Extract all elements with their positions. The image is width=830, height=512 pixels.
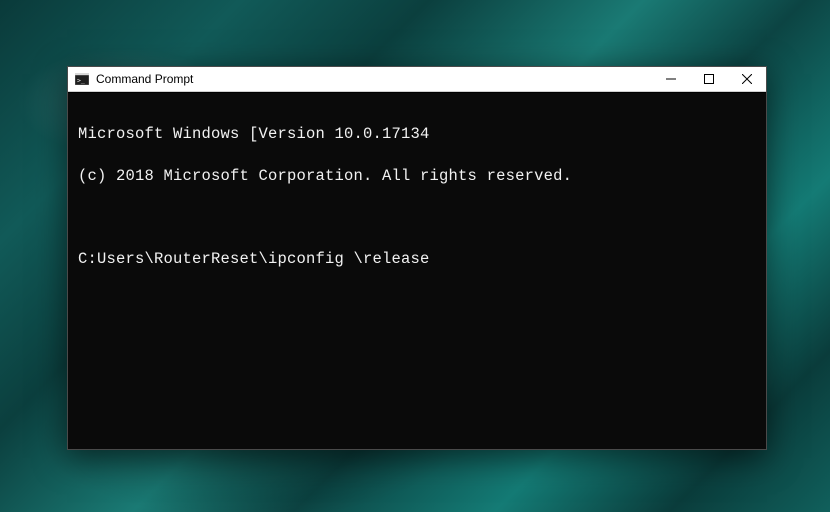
close-button[interactable] [728, 67, 766, 91]
command-prompt-icon: >_ [74, 71, 90, 87]
command-prompt-window: >_ Command Prompt Microsoft Windows [Ver… [67, 66, 767, 450]
terminal-output[interactable]: Microsoft Windows [Version 10.0.17134 (c… [68, 92, 766, 449]
terminal-line: (c) 2018 Microsoft Corporation. All righ… [78, 166, 756, 187]
svg-text:>_: >_ [77, 77, 85, 85]
window-title: Command Prompt [96, 67, 193, 91]
terminal-blank-line [78, 208, 756, 229]
desktop-wallpaper: >_ Command Prompt Microsoft Windows [Ver… [0, 0, 830, 512]
minimize-button[interactable] [652, 67, 690, 91]
titlebar[interactable]: >_ Command Prompt [68, 67, 766, 92]
terminal-line: Microsoft Windows [Version 10.0.17134 [78, 124, 756, 145]
maximize-button[interactable] [690, 67, 728, 91]
terminal-prompt-line: C:Users\RouterReset\ipconfig \release [78, 249, 756, 270]
